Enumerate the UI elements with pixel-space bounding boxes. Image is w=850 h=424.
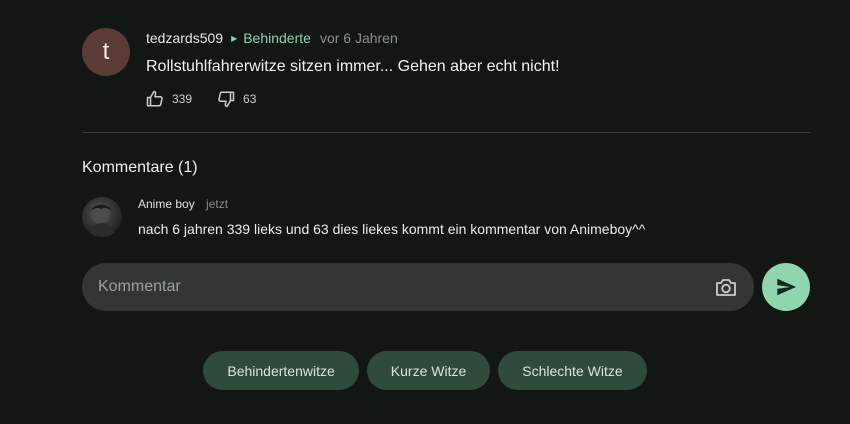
tag-kurze-witze[interactable]: Kurze Witze: [366, 351, 491, 390]
send-icon: [777, 278, 797, 296]
like-count: 339: [172, 92, 193, 106]
send-button[interactable]: [762, 263, 810, 311]
comment-time: jetzt: [206, 197, 229, 211]
comment-input[interactable]: [82, 263, 714, 311]
dislike-count: 63: [243, 92, 257, 106]
avatar-image: [88, 204, 116, 237]
camera-icon[interactable]: [714, 275, 738, 299]
like-button[interactable]: 339: [146, 90, 192, 108]
dislike-button[interactable]: 63: [217, 90, 256, 108]
thumb-up-icon: [146, 90, 163, 107]
vote-bar: 339 63: [146, 90, 256, 108]
divider: [82, 132, 810, 133]
caret-right-icon: ▶: [231, 33, 238, 43]
tag-behindertenwitze[interactable]: Behindertenwitze: [203, 351, 359, 390]
comment-meta: Anime boy jetzt: [138, 197, 228, 211]
joke-text: Rollstuhlfahrerwitze sitzen immer... Geh…: [146, 58, 560, 75]
comment-author[interactable]: Anime boy: [138, 197, 195, 211]
post-time: vor 6 Jahren: [319, 30, 398, 46]
comment-avatar[interactable]: [82, 197, 122, 237]
post-author[interactable]: tedzards509: [146, 30, 223, 46]
comments-title: Kommentare (1): [82, 159, 198, 176]
tag-list: Behindertenwitze Kurze Witze Schlechte W…: [0, 351, 850, 390]
comment-input-box: [82, 263, 754, 311]
post-meta: tedzards509 ▶ Behinderte vor 6 Jahren: [146, 30, 398, 46]
thumb-down-icon: [218, 91, 235, 108]
tag-schlechte-witze[interactable]: Schlechte Witze: [498, 351, 647, 390]
post-category[interactable]: Behinderte: [243, 30, 311, 46]
author-avatar[interactable]: t: [82, 28, 130, 76]
comment-text: nach 6 jahren 339 lieks und 63 dies liek…: [138, 221, 646, 237]
